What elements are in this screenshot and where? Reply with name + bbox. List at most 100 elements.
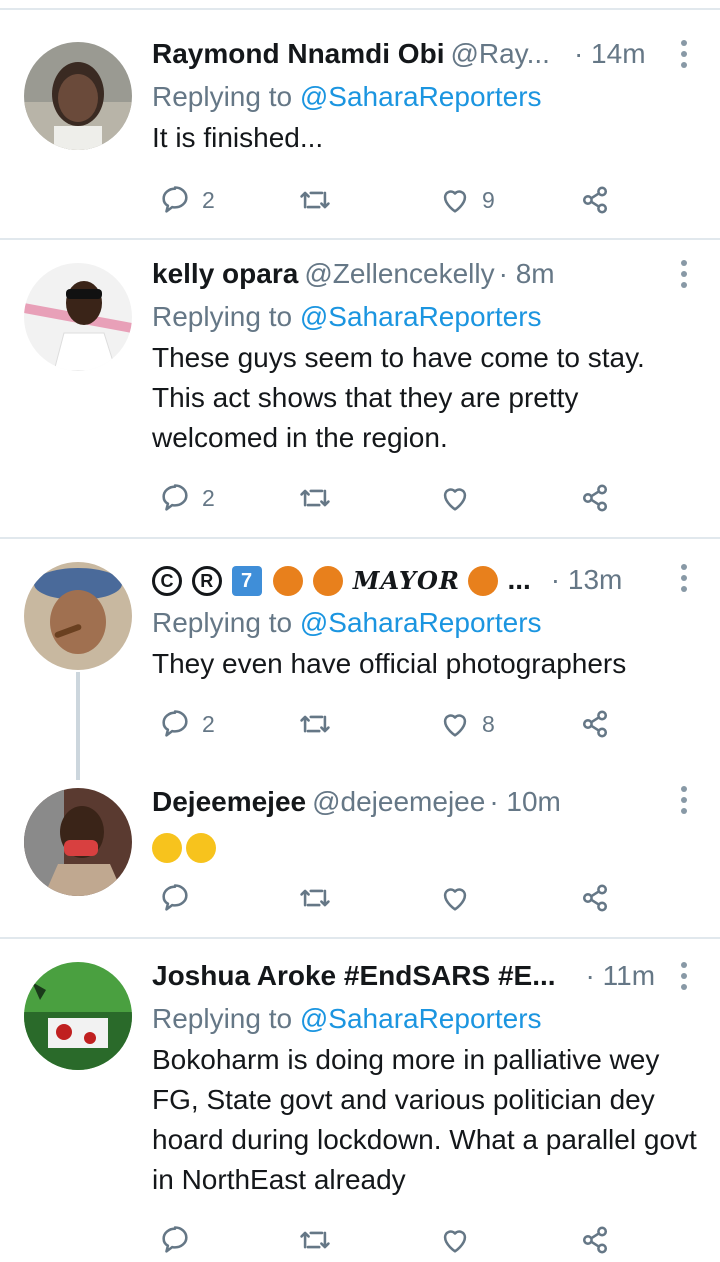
more-vertical-icon[interactable]	[670, 256, 698, 292]
display-name[interactable]: Joshua Aroke #EndSARS #E...	[152, 960, 556, 992]
share-button[interactable]	[578, 876, 612, 920]
replying-to: Replying to @SaharaReporters	[152, 76, 700, 118]
retweet-icon	[300, 191, 330, 209]
heart-icon	[443, 190, 467, 213]
retweet-icon	[300, 715, 330, 733]
like-button[interactable]	[438, 476, 472, 520]
retweet-button[interactable]	[298, 178, 332, 222]
tweet-actions	[152, 1218, 622, 1262]
replying-label: Replying to	[152, 1003, 293, 1034]
share-button[interactable]	[578, 1218, 612, 1262]
more-vertical-icon[interactable]	[670, 36, 698, 72]
avatar[interactable]	[24, 562, 132, 670]
tweet-text	[152, 826, 700, 866]
name-script-text: MAYOR	[352, 565, 460, 595]
share-icon	[582, 484, 608, 512]
replying-label: Replying to	[152, 81, 293, 112]
top-divider	[0, 8, 720, 10]
circled-letter: C	[152, 566, 182, 597]
retweet-button[interactable]	[298, 876, 332, 920]
tweet-header: Raymond Nnamdi Obi @Ray... · 14m	[152, 32, 700, 76]
mention-link[interactable]: @SaharaReporters	[300, 81, 542, 112]
replying-label: Replying to	[152, 607, 293, 638]
basketball-emoji	[273, 566, 304, 597]
timestamp[interactable]: · 8m	[499, 258, 555, 290]
tweet-actions: 2 9	[152, 178, 622, 222]
more-vertical-icon[interactable]	[670, 560, 698, 596]
tweet-divider	[0, 537, 720, 539]
mention-link[interactable]: @SaharaReporters	[300, 301, 542, 332]
reply-icon	[162, 484, 188, 511]
avatar[interactable]	[24, 42, 132, 150]
reply-icon	[162, 1226, 188, 1253]
like-button[interactable]	[438, 876, 472, 920]
tweet-header: Dejeemejee @dejeemejee · 10m	[152, 780, 700, 824]
circled-letter: R	[191, 566, 222, 597]
tweet-header: kelly opara @Zellencekelly · 8m	[152, 252, 700, 296]
retweet-button[interactable]	[298, 702, 332, 746]
tweet-text: These guys seem to have come to stay. Th…	[152, 342, 645, 453]
share-button[interactable]	[578, 476, 612, 520]
mention-link[interactable]: @SaharaReporters	[300, 607, 542, 638]
reply-button[interactable]	[158, 1218, 192, 1262]
rofl-emoji	[186, 832, 216, 863]
user-handle[interactable]: @dejeemejee	[312, 786, 485, 818]
retweet-icon	[300, 889, 330, 907]
user-handle[interactable]: @Zellencekelly	[304, 258, 494, 290]
avatar[interactable]	[24, 962, 132, 1070]
tweet-text: Bokoharm is doing more in palliative wey…	[152, 1044, 697, 1195]
reply-button[interactable]: 2	[158, 178, 215, 222]
reply-count: 2	[202, 484, 215, 511]
timestamp[interactable]: · 10m	[489, 786, 561, 818]
reply-count: 2	[202, 710, 215, 737]
share-icon	[582, 1226, 608, 1254]
heart-icon	[443, 1230, 467, 1253]
like-button[interactable]: 9	[438, 178, 495, 222]
like-count: 8	[482, 710, 495, 737]
user-handle[interactable]: @Ray...	[450, 38, 549, 70]
reply-button[interactable]	[158, 876, 192, 920]
like-count: 9	[482, 186, 495, 213]
display-name[interactable]: Raymond Nnamdi Obi	[152, 38, 444, 70]
display-name[interactable]: C R 7 MAYOR ...	[152, 564, 531, 597]
reply-count: 2	[202, 186, 215, 213]
replying-to: Replying to @SaharaReporters	[152, 998, 700, 1040]
basketball-emoji	[313, 566, 344, 597]
tweet-actions	[152, 876, 622, 920]
timestamp[interactable]: · 14m	[574, 38, 646, 70]
keycap-emoji: 7	[231, 566, 262, 597]
reply-icon	[162, 186, 188, 213]
like-button[interactable]	[438, 1218, 472, 1262]
share-button[interactable]	[578, 178, 612, 222]
share-button[interactable]	[578, 702, 612, 746]
basketball-emoji	[467, 566, 498, 597]
heart-icon	[443, 888, 467, 911]
reply-button[interactable]: 2	[158, 702, 215, 746]
retweet-button[interactable]	[298, 476, 332, 520]
tweet-actions: 2	[152, 476, 622, 520]
avatar[interactable]	[24, 263, 132, 371]
display-name[interactable]: Dejeemejee	[152, 786, 306, 818]
tweet-divider	[0, 238, 720, 240]
heart-icon	[443, 714, 467, 737]
share-icon	[582, 710, 608, 738]
more-vertical-icon[interactable]	[670, 958, 698, 994]
mention-link[interactable]: @SaharaReporters	[300, 1003, 542, 1034]
like-button[interactable]: 8	[438, 702, 495, 746]
tweet-divider	[0, 937, 720, 939]
heart-icon	[443, 488, 467, 511]
tweet-text: It is finished...	[152, 122, 324, 153]
replying-to: Replying to @SaharaReporters	[152, 296, 700, 338]
timestamp[interactable]: · 13m	[551, 564, 623, 596]
retweet-button[interactable]	[298, 1218, 332, 1262]
share-icon	[582, 186, 608, 214]
display-name[interactable]: kelly opara	[152, 258, 298, 290]
reply-icon	[162, 884, 188, 911]
avatar[interactable]	[24, 788, 132, 896]
retweet-icon	[300, 1231, 330, 1249]
tweet-header: Joshua Aroke #EndSARS #E... · 11m	[152, 954, 700, 998]
reply-button[interactable]: 2	[158, 476, 215, 520]
more-vertical-icon[interactable]	[670, 782, 698, 818]
name-ellipsis: ...	[507, 563, 531, 595]
timestamp[interactable]: · 11m	[586, 960, 656, 992]
